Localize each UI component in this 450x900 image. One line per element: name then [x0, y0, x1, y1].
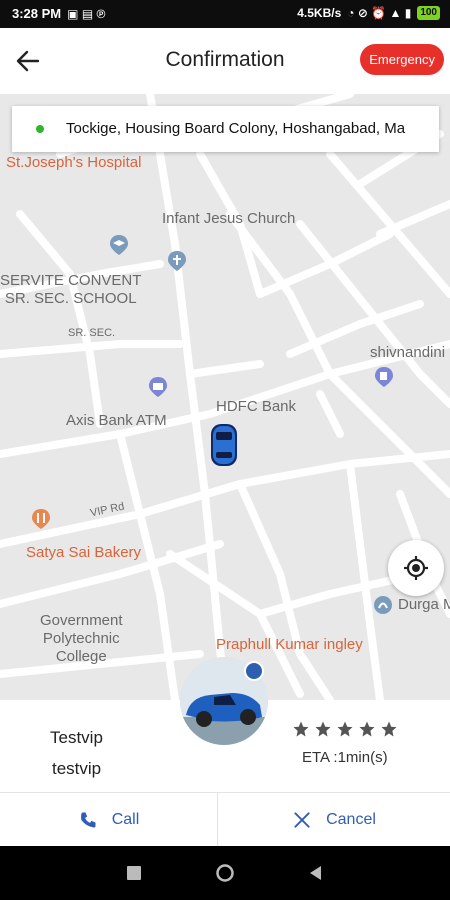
map-label-school: SERVITE CONVENT SR. SEC. SCHOOL	[0, 272, 141, 308]
map-label-axis: Axis Bank ATM	[66, 412, 167, 429]
fuel-pin-icon	[375, 367, 393, 387]
status-bar: 3:28 PM ▣ ▤ ℗ 4.5KB/s ◔ ⊘ ⏰ ▲ ▮ 100	[0, 0, 450, 28]
map-label-college-line1: Government	[40, 612, 123, 629]
notification-icons: ▣ ▤ ℗	[67, 6, 106, 21]
temple-pin-icon	[374, 596, 392, 614]
car-marker-icon	[211, 424, 237, 466]
driver-rating	[292, 720, 398, 738]
back-nav-icon[interactable]	[306, 863, 326, 883]
system-icons: ◔ ⊘ ⏰ ▲ ▮	[347, 6, 412, 20]
emergency-button[interactable]: Emergency	[360, 44, 444, 75]
pickup-address: Tockige, Housing Board Colony, Hoshangab…	[66, 120, 406, 137]
map-label-bakery: Satya Sai Bakery	[26, 544, 142, 561]
driver-name: Testvip	[50, 728, 103, 747]
school-pin-icon	[110, 235, 128, 255]
driver-vehicle: testvip	[52, 759, 102, 778]
phone-icon	[80, 812, 96, 828]
status-time: 3:28 PM	[12, 6, 62, 21]
pickup-address-bar[interactable]: Tockige, Housing Board Colony, Hoshangab…	[12, 106, 439, 152]
map-label-college: Government Polytechnic College	[40, 612, 123, 666]
star-icon	[293, 721, 309, 737]
action-bar: Call Cancel	[0, 792, 450, 847]
verified-badge-icon	[244, 661, 264, 681]
map-label-hospital: St.Joseph's Hospital	[6, 154, 142, 171]
bank-pin-icon	[149, 377, 167, 397]
system-nav-bar	[0, 846, 450, 900]
cancel-label: Cancel	[326, 811, 376, 828]
location-dot-icon	[36, 125, 44, 133]
map-label-durga: Durga M	[398, 596, 450, 613]
map-label-sr-sec: SR. SEC.	[68, 327, 116, 339]
home-icon[interactable]	[215, 863, 235, 883]
star-icon	[359, 721, 375, 737]
map-view[interactable]: Tockige, Housing Board Colony, Hoshangab…	[0, 94, 450, 700]
call-button[interactable]: Call	[0, 793, 217, 847]
my-location-button[interactable]	[388, 540, 444, 596]
cancel-button[interactable]: Cancel	[218, 793, 450, 847]
battery-icon: 100	[417, 6, 440, 20]
star-icon	[381, 721, 397, 737]
star-icon	[315, 721, 331, 737]
call-label: Call	[111, 811, 140, 828]
eta-text: ETA :1min(s)	[302, 749, 388, 766]
map-label-praphull: Praphull Kumar ingley	[216, 636, 363, 653]
my-location-icon	[404, 556, 428, 580]
map-label-college-line3: College	[55, 648, 107, 665]
map-label-school-line2: SR. SEC. SCHOOL	[4, 290, 137, 307]
map-label-college-line2: Polytechnic	[42, 630, 120, 647]
network-speed: 4.5KB/s	[297, 6, 342, 20]
church-pin-icon	[168, 251, 186, 271]
star-icon	[337, 721, 353, 737]
map-label-shivnandini: shivnandini	[370, 344, 446, 361]
recents-icon[interactable]	[124, 863, 144, 883]
map-label-hdfc: HDFC Bank	[216, 398, 297, 415]
close-icon	[294, 812, 310, 828]
map-label-school-line1: SERVITE CONVENT	[0, 272, 142, 289]
restaurant-pin-icon	[32, 509, 50, 529]
app-header: Confirmation Emergency	[0, 28, 450, 94]
map-label-church: Infant Jesus Church	[162, 210, 296, 227]
